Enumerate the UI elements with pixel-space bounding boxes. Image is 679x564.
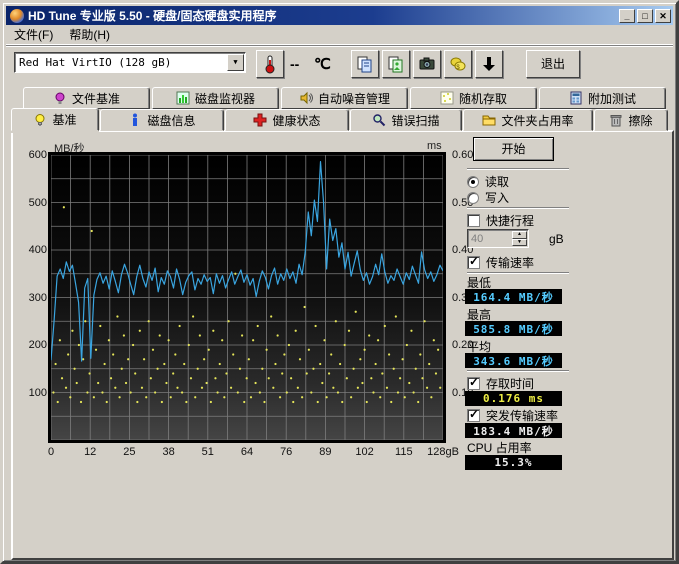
tab-file-benchmark[interactable]: 文件基准: [23, 87, 150, 109]
spinner-arrows[interactable]: ▲▼: [512, 231, 527, 246]
copy-image-icon: [387, 55, 405, 73]
temperature-unit: ℃: [314, 55, 331, 73]
tab-row-secondary: 文件基准 磁盘监视器 自动噪音管理 随机存取 附加测试: [23, 87, 666, 109]
tab-health[interactable]: 健康状态: [225, 109, 349, 131]
folder-icon: [482, 113, 496, 127]
tab-extra-tests[interactable]: 附加测试: [539, 87, 666, 109]
copy-icon: [356, 55, 374, 73]
menu-help[interactable]: 帮助(H): [61, 24, 118, 45]
magnifier-icon: [372, 113, 386, 127]
drive-select[interactable]: Red Hat VirtIO (128 gB) ▼: [14, 52, 246, 73]
benchmark-chart: [51, 155, 443, 440]
trash-icon: [609, 113, 623, 127]
exit-button[interactable]: 退出: [526, 50, 580, 78]
tab-row-primary: 基准 磁盘信息 健康状态 错误扫描 文件夹占用率 擦除: [11, 109, 668, 131]
divider: [467, 370, 569, 372]
maximize-button[interactable]: □: [637, 9, 653, 23]
short-stroke-option[interactable]: 快捷行程: [467, 212, 534, 229]
health-cross-icon: [253, 113, 267, 127]
left-axis-ticks: 600500400300200100: [21, 155, 47, 440]
max-value-display: 585.8 MB/秒: [465, 321, 562, 336]
screenshot-button[interactable]: [413, 50, 441, 78]
write-option[interactable]: 写入: [467, 189, 509, 206]
burst-rate-display: 183.4 MB/秒: [465, 423, 562, 438]
transfer-rate-option[interactable]: 传输速率: [467, 254, 534, 271]
access-time-option[interactable]: 存取时间: [467, 375, 534, 392]
capacity-unit: gB: [549, 232, 564, 246]
camera-icon: [418, 55, 436, 73]
tab-folder-usage[interactable]: 文件夹占用率: [463, 109, 593, 131]
temperature-button[interactable]: [256, 50, 284, 78]
temperature-value: --: [290, 56, 299, 72]
toolbar: Red Hat VirtIO (128 gB) ▼ -- ℃: [6, 45, 673, 85]
info-icon: [128, 113, 142, 127]
burst-rate-option[interactable]: 突发传输速率: [467, 407, 558, 424]
spin-up-icon[interactable]: ▲: [512, 231, 527, 239]
save-results-button[interactable]: [475, 50, 503, 78]
copy-image-button[interactable]: [382, 50, 410, 78]
thermometer-icon: [261, 54, 279, 74]
close-button[interactable]: ✕: [655, 9, 671, 23]
title-bar: HD Tune 专业版 5.50 - 硬盘/固态硬盘实用程序 _ □ ✕: [6, 6, 673, 25]
file-benchmark-icon: [53, 91, 67, 105]
coins-icon: $: [449, 55, 467, 73]
access-time-checkbox[interactable]: [467, 377, 480, 390]
speaker-icon: [299, 91, 313, 105]
tab-disk-monitor[interactable]: 磁盘监视器: [152, 87, 279, 109]
short-stroke-checkbox[interactable]: [467, 214, 480, 227]
cpu-label: CPU 占用率: [467, 439, 532, 456]
extra-tests-icon: [569, 91, 583, 105]
drive-select-value: Red Hat VirtIO (128 gB): [15, 56, 227, 69]
tab-error-scan[interactable]: 错误扫描: [350, 109, 462, 131]
start-button[interactable]: 开始: [473, 137, 554, 161]
divider: [467, 168, 569, 170]
read-radio[interactable]: [467, 176, 479, 188]
divider: [467, 207, 569, 209]
window-title: HD Tune 专业版 5.50 - 硬盘/固态硬盘实用程序: [28, 7, 617, 24]
buy-button[interactable]: $: [444, 50, 472, 78]
tab-benchmark[interactable]: 基准: [11, 108, 99, 131]
cpu-usage-display: 15.3%: [465, 455, 562, 470]
avg-value-display: 343.6 MB/秒: [465, 353, 562, 368]
spin-down-icon[interactable]: ▼: [512, 239, 527, 247]
min-value-display: 164.4 MB/秒: [465, 289, 562, 304]
scatter-dots-icon: [440, 91, 454, 105]
benchmark-plot-frame: [48, 152, 446, 443]
minimize-button[interactable]: _: [619, 9, 635, 23]
tab-aam[interactable]: 自动噪音管理: [281, 87, 408, 109]
app-window: HD Tune 专业版 5.50 - 硬盘/固态硬盘实用程序 _ □ ✕ 文件(…: [0, 0, 679, 564]
transfer-rate-checkbox[interactable]: [467, 256, 480, 269]
app-icon: [10, 9, 24, 23]
menu-bar: 文件(F) 帮助(H): [6, 25, 673, 45]
read-option[interactable]: 读取: [467, 173, 509, 190]
chevron-down-icon[interactable]: ▼: [227, 54, 244, 71]
disk-monitor-icon: [176, 91, 190, 105]
access-time-display: 0.176 ms: [465, 391, 562, 406]
download-arrow-icon: [480, 55, 498, 73]
capacity-spinner[interactable]: 40 ▲▼: [467, 229, 529, 248]
lightbulb-icon: [33, 113, 47, 127]
capacity-value: 40: [468, 233, 512, 245]
tab-random-access[interactable]: 随机存取: [410, 87, 537, 109]
menu-file[interactable]: 文件(F): [6, 24, 61, 45]
copy-text-button[interactable]: [351, 50, 379, 78]
tab-disk-info[interactable]: 磁盘信息: [100, 109, 224, 131]
tab-erase[interactable]: 擦除: [594, 109, 668, 131]
burst-rate-checkbox[interactable]: [467, 409, 480, 422]
write-radio[interactable]: [467, 192, 479, 204]
x-axis-ticks: 012253851647689102115128gB: [51, 446, 451, 460]
